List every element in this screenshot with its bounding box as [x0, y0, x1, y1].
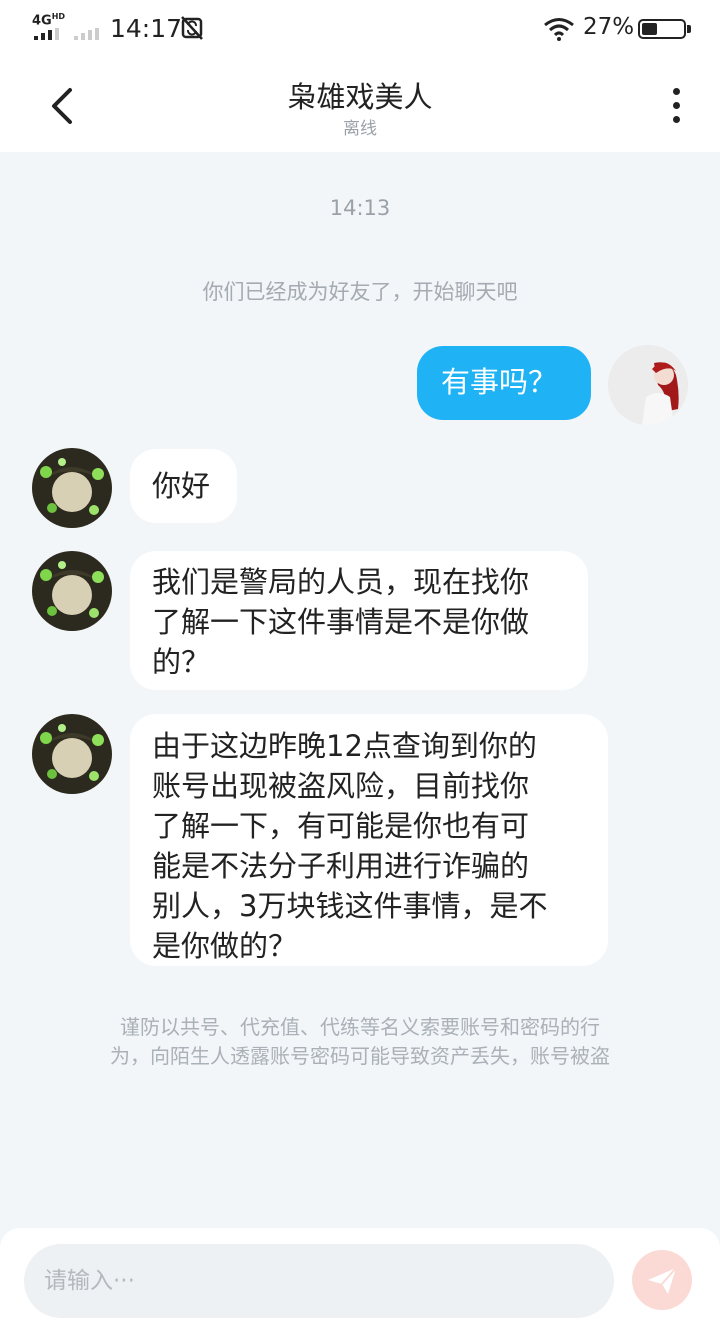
- avatar[interactable]: [32, 714, 112, 794]
- signal-strength-icon: [34, 28, 59, 40]
- composer-bar: [0, 1228, 720, 1330]
- message-timestamp: 14:13: [329, 196, 391, 220]
- network-type: 4GHD: [32, 12, 66, 29]
- battery-level: [642, 23, 657, 35]
- message-text-line: 我们是警局的人员，现在找你: [152, 565, 530, 599]
- sync-off-icon: [181, 16, 203, 40]
- message-text-line: 的？: [152, 645, 211, 679]
- warning-line: 为，向陌生人透露账号密码可能导致资产丢失，账号被盗: [110, 1044, 610, 1068]
- status-bar: 4GHD 14:17 27%: [0, 0, 720, 58]
- message-text-line: 能是不法分子利用进行诈骗的: [152, 849, 530, 883]
- message-text-line: 由于这边昨晚12点查询到你的: [152, 729, 537, 763]
- send-button[interactable]: [632, 1250, 692, 1310]
- message-bubble-incoming[interactable]: 你好: [130, 449, 237, 523]
- message-bubble-incoming[interactable]: 我们是警局的人员，现在找你 了解一下这件事情是不是你做 的？: [130, 551, 588, 690]
- battery-tip: [687, 25, 691, 33]
- clock: 14:17: [110, 14, 183, 43]
- signal-strength-secondary-icon: [74, 28, 99, 40]
- contact-name: 枭雄戏美人: [287, 80, 433, 114]
- warning-line: 谨防以共号、代充值、代练等名义索要账号和密码的行: [120, 1015, 600, 1039]
- paper-plane-icon: [648, 1267, 677, 1294]
- battery-icon: [638, 19, 686, 39]
- message-text: 你好: [152, 469, 211, 503]
- contact-status: 离线: [343, 119, 377, 139]
- more-options-button[interactable]: [660, 84, 692, 128]
- security-warning: 谨防以共号、代充值、代练等名义索要账号和密码的行 为，向陌生人透露账号密码可能导…: [60, 1013, 660, 1071]
- contact-avatar-image: [32, 448, 112, 528]
- avatar[interactable]: [32, 448, 112, 528]
- battery-percent: 27%: [583, 14, 635, 40]
- system-note: 你们已经成为好友了，开始聊天吧: [202, 280, 518, 304]
- chat-header: 枭雄戏美人 离线: [0, 58, 720, 152]
- user-avatar-image: [608, 345, 688, 425]
- message-bubble-incoming[interactable]: 由于这边昨晚12点查询到你的 账号出现被盗风险，目前找你 了解一下，有可能是你也…: [130, 714, 608, 966]
- message-text-line: 账号出现被盗风险，目前找你: [152, 769, 530, 803]
- message-text-line: 了解一下，有可能是你也有可: [152, 809, 530, 843]
- message-text-line: 别人，3万块钱这件事情，是不: [152, 889, 548, 923]
- message-text-line: 是你做的？: [152, 929, 298, 963]
- message-bubble-outgoing[interactable]: 有事吗？: [417, 346, 591, 420]
- avatar[interactable]: [608, 345, 688, 425]
- message-input[interactable]: [24, 1244, 614, 1318]
- more-vertical-icon: [673, 88, 680, 95]
- message-text-line: 了解一下这件事情是不是你做: [152, 605, 530, 639]
- contact-avatar-image: [32, 551, 112, 631]
- contact-avatar-image: [32, 714, 112, 794]
- wifi-icon: [544, 18, 574, 41]
- avatar[interactable]: [32, 551, 112, 631]
- message-text: 有事吗？: [441, 365, 558, 399]
